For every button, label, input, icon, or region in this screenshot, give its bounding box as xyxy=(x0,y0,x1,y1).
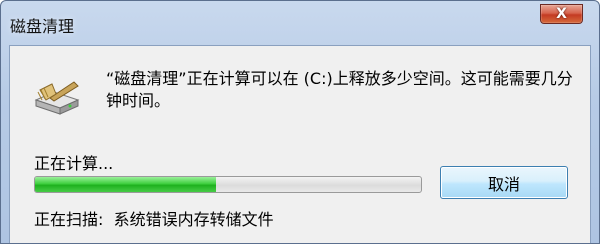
title-bar[interactable]: 磁盘清理 X xyxy=(1,1,599,45)
progress-bar-fill xyxy=(35,177,217,192)
dialog-body: “磁盘清理”正在计算可以在 (C:)上释放多少空间。这可能需要几分钟时间。 正在… xyxy=(9,45,591,243)
scan-status-label: 正在扫描: 系统错误内存转储文件 xyxy=(34,210,274,229)
info-message: “磁盘清理”正在计算可以在 (C:)上释放多少空间。这可能需要几分钟时间。 xyxy=(106,69,573,110)
close-button[interactable]: X xyxy=(540,4,583,24)
status-label: 正在计算... xyxy=(34,154,114,173)
progress-bar xyxy=(34,176,422,193)
close-icon: X xyxy=(556,6,567,22)
disk-cleanup-icon xyxy=(34,81,80,115)
disk-cleanup-window: 磁盘清理 X “磁盘清理”正在计算可以在 (C:)上释放多少空间。这可能需要几分… xyxy=(0,0,600,244)
window-title: 磁盘清理 xyxy=(10,17,75,36)
cancel-button[interactable]: 取消 xyxy=(440,166,568,199)
